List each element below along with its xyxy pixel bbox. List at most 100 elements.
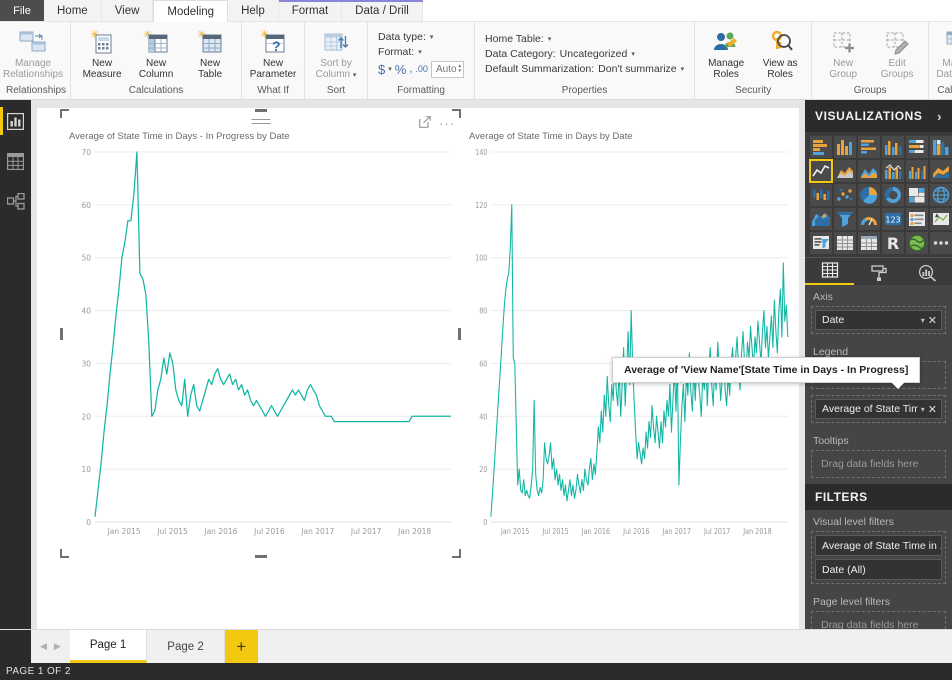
line-and-stacked-column-chart-icon[interactable]	[882, 160, 904, 182]
tab-modeling[interactable]: Modeling	[153, 0, 229, 22]
manage-relationships-button[interactable]: Manage Relationships	[3, 25, 63, 82]
100-stacked-bar-chart-icon[interactable]	[906, 136, 928, 158]
filled-map-icon[interactable]	[810, 208, 832, 230]
funnel-icon[interactable]	[834, 208, 856, 230]
pie-chart-icon[interactable]	[858, 184, 880, 206]
mark-as-date-table-button[interactable]: Mark as Date Table ▾	[933, 25, 952, 94]
page-tab-page-2[interactable]: Page 2	[147, 630, 225, 663]
tab-format[interactable]: Format	[278, 0, 343, 21]
drag-handle-icon[interactable]	[251, 119, 271, 127]
filter-chip-date[interactable]: Date (All)	[815, 559, 942, 580]
clustered-column-chart-icon[interactable]	[882, 136, 904, 158]
visual-level-filters-well[interactable]: Average of State Time in ... Date (All)	[811, 531, 946, 584]
visual-right-line-chart[interactable]: Average of State Time in Days by Date 0 2…	[465, 114, 793, 554]
sidebar-item-report-view[interactable]	[0, 107, 31, 135]
sidebar-item-data-view[interactable]	[0, 147, 31, 175]
page-tab-page-1[interactable]: Page 1	[69, 630, 148, 663]
add-page-button[interactable]: +	[224, 630, 258, 663]
field-chip-average-state-time[interactable]: Average of State Time in ▾ ✕	[815, 399, 942, 419]
percent-icon[interactable]: %	[395, 62, 407, 77]
chevron-down-icon[interactable]: ▾	[921, 316, 925, 325]
right-line-chart-plot[interactable]: 0 20 40 60 80 100 120 140 Jan 2015 Jul 2015 Jan 20…	[465, 144, 793, 552]
treemap-icon[interactable]	[906, 184, 928, 206]
stacked-area-chart-icon[interactable]	[858, 160, 880, 182]
remove-field-icon[interactable]: ✕	[928, 403, 937, 416]
well-values[interactable]: Average of State Time in ▾ ✕	[811, 395, 946, 423]
clustered-bar-chart-icon[interactable]	[858, 136, 880, 158]
thousands-separator-icon[interactable]: ,	[409, 63, 412, 75]
data-type-row[interactable]: Data type: ▾	[378, 31, 464, 43]
scatter-chart-icon[interactable]	[834, 184, 856, 206]
field-chip-date[interactable]: Date ▾ ✕	[815, 310, 942, 330]
tab-fields[interactable]	[805, 262, 854, 285]
tab-analytics[interactable]	[903, 264, 952, 285]
spinner-icon[interactable]: ▴ ▾	[459, 64, 462, 74]
chevron-down-icon[interactable]: ▾	[548, 35, 552, 43]
ribbon-chart-icon[interactable]	[930, 160, 952, 182]
chevron-down-icon[interactable]: ▾	[418, 48, 422, 56]
home-table-row[interactable]: Home Table: ▾	[485, 33, 684, 45]
tab-data-drill[interactable]: Data / Drill	[342, 0, 423, 21]
chevron-down-icon[interactable]: ▾	[921, 405, 925, 414]
multi-row-card-icon[interactable]	[906, 208, 928, 230]
well-label-axis: Axis	[813, 291, 833, 303]
tab-home[interactable]: Home	[44, 0, 102, 21]
well-axis[interactable]: Date ▾ ✕	[811, 306, 946, 334]
focus-mode-icon[interactable]	[419, 116, 431, 131]
data-category-row[interactable]: Data Category: Uncategorized ▾	[485, 48, 684, 60]
tab-help[interactable]: Help	[228, 0, 279, 21]
tab-view[interactable]: View	[101, 0, 154, 21]
waterfall-chart-icon[interactable]	[810, 184, 832, 206]
more-options-icon[interactable]	[930, 232, 952, 254]
tab-format[interactable]	[854, 264, 903, 285]
line-chart-icon[interactable]	[809, 159, 833, 183]
edit-groups-button[interactable]: Edit Groups	[870, 25, 924, 82]
stacked-column-chart-icon[interactable]	[834, 136, 856, 158]
new-measure-button[interactable]: ✳ New Measure	[75, 25, 129, 82]
remove-field-icon[interactable]: ✕	[928, 314, 937, 327]
filter-chip-average-state-time[interactable]: Average of State Time in ...	[815, 535, 942, 556]
format-row[interactable]: Format: ▾	[378, 46, 464, 58]
chevron-right-icon[interactable]: ›	[937, 109, 942, 124]
sort-by-column-button[interactable]: Sort by Column ▾	[309, 25, 363, 83]
chevron-down-icon[interactable]: ▾	[388, 65, 392, 73]
donut-chart-icon[interactable]	[882, 184, 904, 206]
manage-roles-button[interactable]: Manage Roles	[699, 25, 753, 82]
tab-file[interactable]: File	[0, 0, 44, 21]
new-column-button[interactable]: ✳ New Column	[129, 25, 183, 82]
chevron-down-icon[interactable]: ▾	[681, 65, 685, 73]
gauge-icon[interactable]	[858, 208, 880, 230]
chevron-down-icon: ▾	[352, 72, 357, 79]
view-as-roles-button[interactable]: View as Roles	[753, 25, 807, 82]
chevron-down-icon[interactable]: ▾	[631, 50, 635, 58]
new-parameter-button[interactable]: ✳ ? New Parameter	[246, 25, 300, 82]
more-options-icon[interactable]: ···	[439, 117, 455, 130]
chevron-right-icon[interactable]: ▶	[54, 641, 61, 652]
left-line-chart-plot[interactable]: 0 10 20 30 40 50 60 70 Jan 2015 Jul 2015 Jan 2016 J…	[65, 144, 457, 552]
card-icon[interactable]: 123	[882, 208, 904, 230]
area-chart-icon[interactable]	[834, 160, 856, 182]
sidebar-item-relationships-view[interactable]	[0, 187, 31, 215]
line-and-clustered-column-chart-icon[interactable]	[906, 160, 928, 182]
decimal-places-icon[interactable]: .00	[415, 64, 428, 74]
visual-left-line-chart[interactable]: ··· Average of State Time in Days - In P…	[60, 109, 461, 558]
chevron-down-icon[interactable]: ▾	[430, 33, 434, 41]
arcgis-maps-icon[interactable]	[906, 232, 928, 254]
default-summarization-row[interactable]: Default Summarization: Don't summarize ▾	[485, 63, 684, 75]
map-icon[interactable]	[930, 184, 952, 206]
slicer-icon[interactable]	[810, 232, 832, 254]
new-group-button[interactable]: New Group	[816, 25, 870, 82]
table-icon[interactable]	[834, 232, 856, 254]
svg-text:100: 100	[475, 254, 487, 263]
currency-icon[interactable]: $	[378, 62, 385, 77]
new-table-button[interactable]: ✳ New Table	[183, 25, 237, 82]
well-tooltips[interactable]: Drag data fields here	[811, 450, 946, 478]
r-script-visual-icon[interactable]: R	[882, 232, 904, 254]
page-level-filters-well[interactable]: Drag data fields here	[811, 611, 946, 629]
decimal-places-stepper[interactable]: Auto ▴ ▾	[430, 60, 465, 78]
stacked-bar-chart-icon[interactable]	[810, 136, 832, 158]
100-stacked-column-chart-icon[interactable]	[930, 136, 952, 158]
matrix-icon[interactable]	[858, 232, 880, 254]
kpi-icon[interactable]: ▲	[930, 208, 952, 230]
chevron-left-icon[interactable]: ◀	[40, 641, 47, 652]
